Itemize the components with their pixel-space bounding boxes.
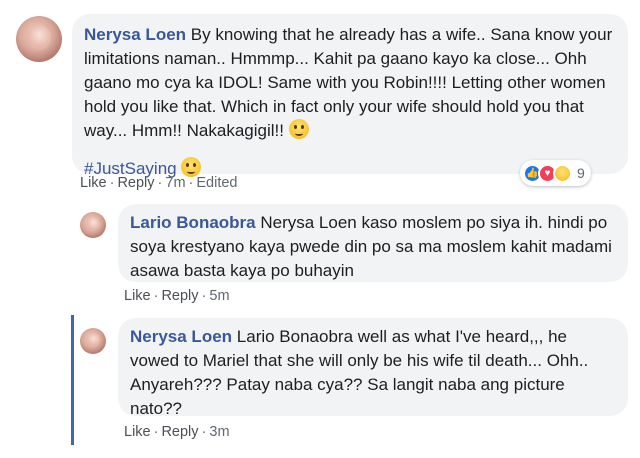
comment-actions: Like · Reply · 7m · Edited (80, 175, 238, 191)
edited-label[interactable]: Edited (196, 175, 237, 191)
reaction-count: 9 (577, 165, 585, 181)
smile-emoji-icon (288, 119, 309, 139)
thread-highlight-line (71, 315, 74, 445)
reply-timestamp[interactable]: 5m (209, 288, 229, 304)
reply-button[interactable]: Reply (161, 424, 198, 440)
sad-reaction-icon (553, 163, 572, 183)
reply-actions: Like · Reply · 3m (124, 424, 230, 440)
reply-actions: Like · Reply · 5m (124, 288, 230, 304)
comment-author[interactable]: Nerysa Loen (84, 25, 186, 44)
avatar[interactable] (16, 16, 62, 62)
reply-author[interactable]: Lario Bonaobra (130, 213, 256, 232)
reply-author[interactable]: Nerysa Loen (130, 327, 232, 346)
comment-timestamp[interactable]: 7m (165, 175, 185, 191)
reply-timestamp[interactable]: 3m (209, 424, 229, 440)
like-button[interactable]: Like (124, 288, 151, 304)
like-button[interactable]: Like (80, 175, 107, 191)
avatar[interactable] (80, 212, 106, 238)
reply-bubble: Lario Bonaobra Nerysa Loen kaso moslem p… (118, 204, 628, 282)
reaction-summary[interactable]: 👍 ♥ 9 (520, 160, 591, 186)
reply-bubble: Nerysa Loen Lario Bonaobra well as what … (118, 318, 628, 418)
reply-button[interactable]: Reply (161, 288, 198, 304)
comment-bubble: Nerysa Loen By knowing that he already h… (72, 14, 628, 178)
smile-emoji-icon (181, 157, 202, 177)
avatar[interactable] (80, 328, 106, 354)
like-button[interactable]: Like (124, 424, 151, 440)
reply-button[interactable]: Reply (117, 175, 154, 191)
